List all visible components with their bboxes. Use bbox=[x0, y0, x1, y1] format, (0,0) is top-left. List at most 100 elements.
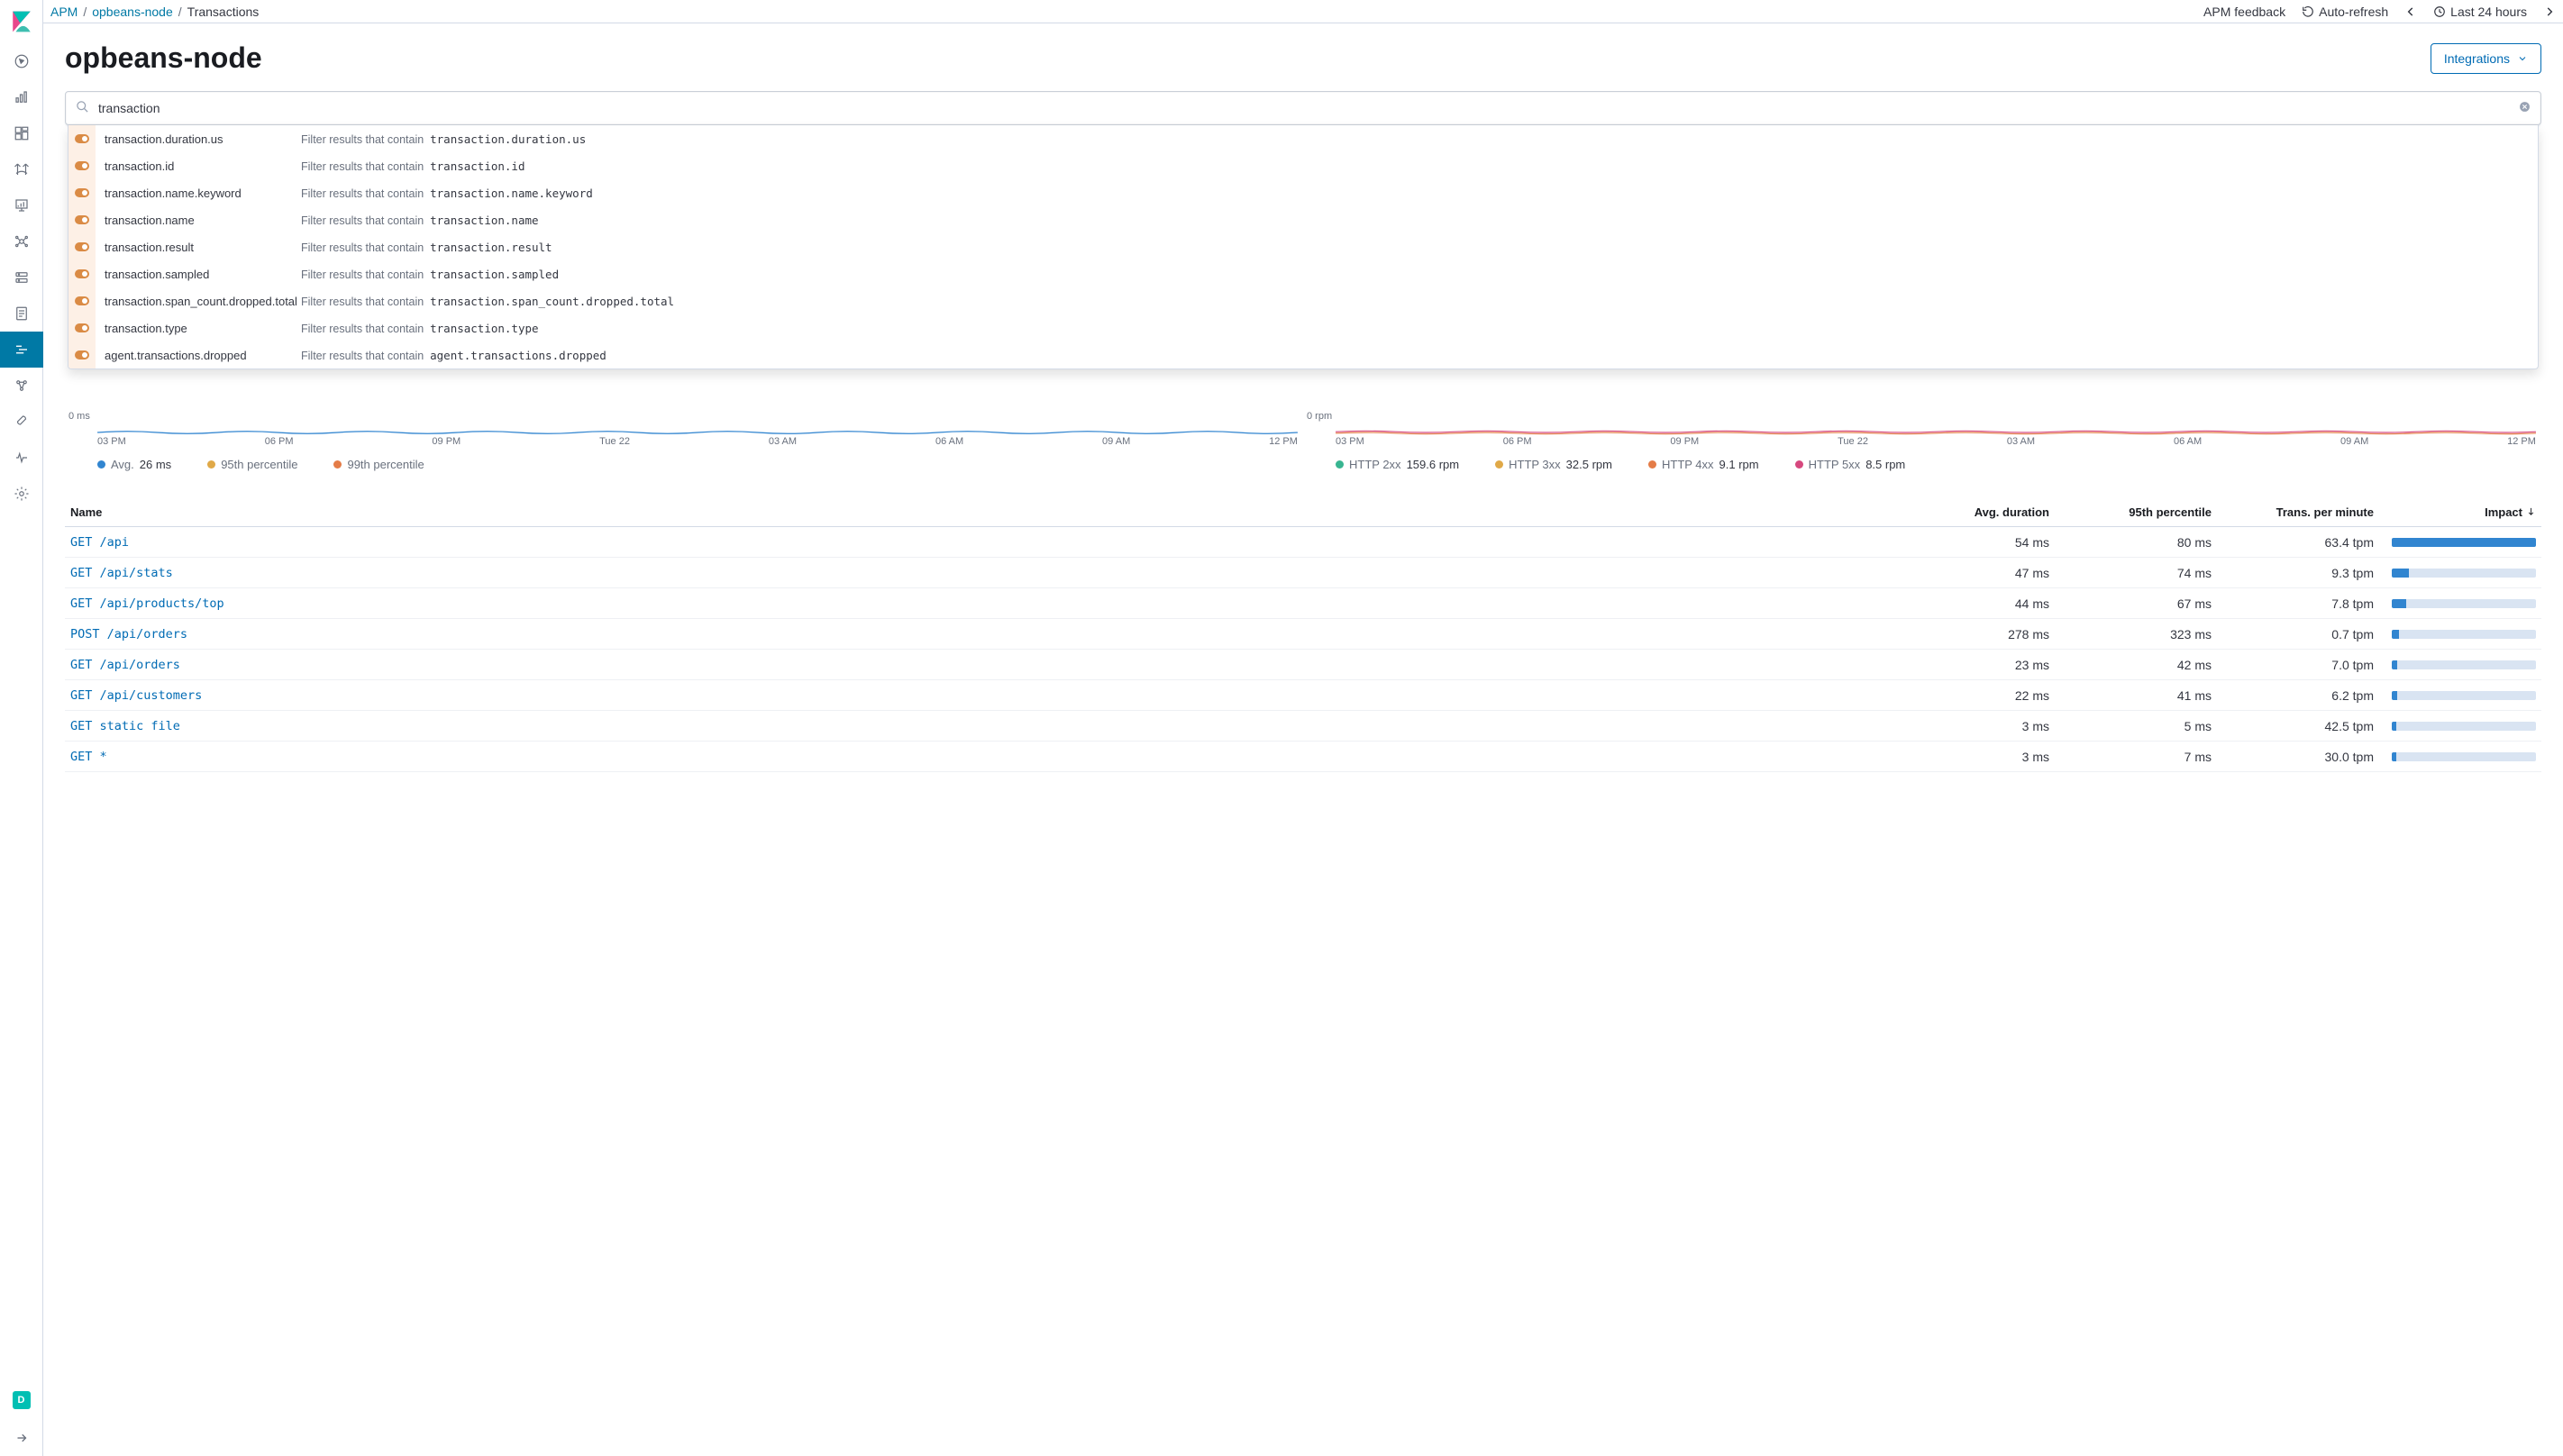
cell-p95: 42 ms bbox=[2049, 658, 2212, 672]
nav-monitoring[interactable] bbox=[0, 440, 43, 476]
cell-p95: 41 ms bbox=[2049, 688, 2212, 703]
nav-visualize[interactable] bbox=[0, 79, 43, 115]
legend-name: 99th percentile bbox=[347, 458, 424, 471]
transaction-name-link[interactable]: GET /api/stats bbox=[70, 566, 1932, 580]
x-tick: 03 PM bbox=[1336, 436, 1364, 447]
nav-devtools[interactable] bbox=[0, 404, 43, 440]
nav-canvas[interactable] bbox=[0, 187, 43, 223]
time-prev-button[interactable] bbox=[2404, 5, 2417, 18]
transaction-name-link[interactable]: POST /api/orders bbox=[70, 627, 1932, 642]
field-type-icon bbox=[68, 179, 96, 206]
nav-timelion[interactable] bbox=[0, 151, 43, 187]
col-p95[interactable]: 95th percentile bbox=[2049, 505, 2212, 519]
col-impact-label: Impact bbox=[2485, 505, 2522, 519]
search-input[interactable] bbox=[65, 91, 2541, 125]
breadcrumb-service[interactable]: opbeans-node bbox=[92, 5, 173, 19]
legend-item[interactable]: HTTP 5xx 8.5 rpm bbox=[1795, 458, 1906, 471]
legend-dot-icon bbox=[1795, 460, 1803, 469]
nav-collapse[interactable] bbox=[0, 1420, 43, 1456]
field-type-icon bbox=[68, 233, 96, 260]
nav-management[interactable] bbox=[0, 476, 43, 512]
cell-avg: 3 ms bbox=[1932, 750, 2049, 764]
transaction-name-link[interactable]: GET /api/products/top bbox=[70, 596, 1932, 611]
legend-item[interactable]: HTTP 4xx 9.1 rpm bbox=[1648, 458, 1759, 471]
suggestion-field: transaction.id bbox=[96, 159, 301, 173]
impact-bar bbox=[2392, 599, 2536, 608]
legend-dot-icon bbox=[1648, 460, 1656, 469]
clear-search-button[interactable] bbox=[2519, 101, 2531, 115]
cell-p95: 67 ms bbox=[2049, 596, 2212, 611]
suggestion-item[interactable]: agent.transactions.dropped Filter result… bbox=[68, 341, 2538, 369]
cell-tpm: 9.3 tpm bbox=[2212, 566, 2374, 580]
cell-impact bbox=[2374, 569, 2536, 578]
suggestion-item[interactable]: transaction.name.keyword Filter results … bbox=[68, 179, 2538, 206]
suggestion-item[interactable]: transaction.result Filter results that c… bbox=[68, 233, 2538, 260]
table-row: POST /api/orders 278 ms 323 ms 0.7 tpm bbox=[65, 619, 2541, 650]
cell-p95: 80 ms bbox=[2049, 535, 2212, 550]
cell-impact bbox=[2374, 538, 2536, 547]
transaction-name-link[interactable]: GET /api bbox=[70, 535, 1932, 550]
breadcrumb-current: Transactions bbox=[187, 5, 260, 19]
suggestion-item[interactable]: transaction.name Filter results that con… bbox=[68, 206, 2538, 233]
nav-discover[interactable] bbox=[0, 43, 43, 79]
col-impact[interactable]: Impact bbox=[2374, 505, 2536, 519]
legend-item[interactable]: 95th percentile bbox=[207, 458, 297, 471]
auto-refresh-toggle[interactable]: Auto-refresh bbox=[2302, 5, 2388, 19]
cell-avg: 22 ms bbox=[1932, 688, 2049, 703]
x-tick: 06 PM bbox=[265, 436, 294, 447]
legend-item[interactable]: 99th percentile bbox=[333, 458, 424, 471]
legend-item[interactable]: HTTP 2xx 159.6 rpm bbox=[1336, 458, 1459, 471]
time-range-picker[interactable]: Last 24 hours bbox=[2433, 5, 2527, 19]
kibana-logo[interactable] bbox=[0, 0, 43, 43]
breadcrumb-sep: / bbox=[178, 5, 182, 19]
x-tick: 09 PM bbox=[432, 436, 461, 447]
table-row: GET static file 3 ms 5 ms 42.5 tpm bbox=[65, 711, 2541, 742]
suggestion-item[interactable]: transaction.duration.us Filter results t… bbox=[68, 125, 2538, 152]
col-tpm[interactable]: Trans. per minute bbox=[2212, 505, 2374, 519]
legend-item[interactable]: HTTP 3xx 32.5 rpm bbox=[1495, 458, 1612, 471]
nav-apm[interactable] bbox=[0, 332, 43, 368]
suggestion-field: transaction.duration.us bbox=[96, 132, 301, 146]
cell-tpm: 30.0 tpm bbox=[2212, 750, 2374, 764]
impact-bar bbox=[2392, 722, 2536, 731]
integrations-button[interactable]: Integrations bbox=[2431, 43, 2541, 74]
nav-dashboard[interactable] bbox=[0, 115, 43, 151]
suggestion-item[interactable]: transaction.type Filter results that con… bbox=[68, 314, 2538, 341]
transaction-name-link[interactable]: GET * bbox=[70, 750, 1932, 764]
breadcrumb-root[interactable]: APM bbox=[50, 5, 78, 19]
suggestion-item[interactable]: transaction.span_count.dropped.total Fil… bbox=[68, 287, 2538, 314]
suggestion-desc: Filter results that contain transaction.… bbox=[301, 241, 552, 254]
legend-item[interactable]: Avg. 26 ms bbox=[97, 458, 171, 471]
nav-ml[interactable] bbox=[0, 223, 43, 259]
nav-infrastructure[interactable] bbox=[0, 259, 43, 296]
cell-p95: 74 ms bbox=[2049, 566, 2212, 580]
col-avg[interactable]: Avg. duration bbox=[1932, 505, 2049, 519]
cell-avg: 3 ms bbox=[1932, 719, 2049, 733]
cell-tpm: 7.8 tpm bbox=[2212, 596, 2374, 611]
y-zero-label: 0 rpm bbox=[1307, 411, 2541, 422]
transaction-name-link[interactable]: GET /api/customers bbox=[70, 688, 1932, 703]
x-tick: 09 PM bbox=[1670, 436, 1699, 447]
breadcrumb-sep: / bbox=[83, 5, 87, 19]
nav-graph[interactable] bbox=[0, 368, 43, 404]
impact-bar bbox=[2392, 569, 2536, 578]
x-tick: 12 PM bbox=[1269, 436, 1298, 447]
transaction-name-link[interactable]: GET static file bbox=[70, 719, 1932, 733]
cell-avg: 47 ms bbox=[1932, 566, 2049, 580]
impact-bar bbox=[2392, 538, 2536, 547]
nav-logs[interactable] bbox=[0, 296, 43, 332]
x-tick: 06 AM bbox=[935, 436, 963, 447]
col-name[interactable]: Name bbox=[70, 505, 1932, 519]
x-tick: 03 PM bbox=[97, 436, 126, 447]
chevron-left-icon bbox=[2404, 5, 2417, 18]
space-badge[interactable]: D bbox=[13, 1391, 31, 1409]
cell-tpm: 6.2 tpm bbox=[2212, 688, 2374, 703]
suggestion-item[interactable]: transaction.id Filter results that conta… bbox=[68, 152, 2538, 179]
suggestion-field: transaction.result bbox=[96, 241, 301, 254]
apm-feedback-link[interactable]: APM feedback bbox=[2203, 5, 2285, 19]
time-next-button[interactable] bbox=[2543, 5, 2556, 18]
suggestion-item[interactable]: transaction.sampled Filter results that … bbox=[68, 260, 2538, 287]
cell-p95: 323 ms bbox=[2049, 627, 2212, 642]
x-tick: 06 PM bbox=[1503, 436, 1532, 447]
transaction-name-link[interactable]: GET /api/orders bbox=[70, 658, 1932, 672]
